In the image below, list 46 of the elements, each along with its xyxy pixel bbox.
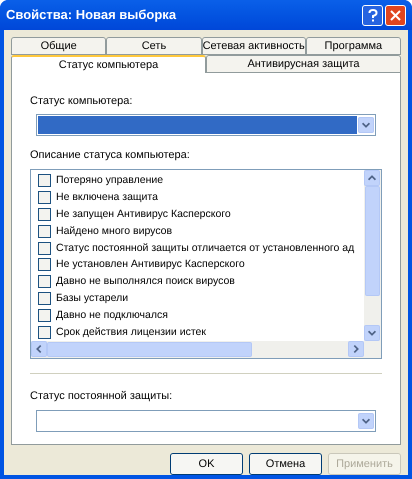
tab[interactable]: Сеть [106,37,202,55]
window-title: Свойства: Новая выборка [6,6,178,24]
question-mark-icon [368,8,378,22]
checkbox[interactable] [38,224,51,238]
checkbox[interactable] [38,208,51,221]
help-button[interactable] [362,4,383,26]
checkbox[interactable] [38,326,51,340]
checkbox-label: Давно не подключался [56,309,168,322]
checkbox-label: Не установлен Антивирус Касперского [56,258,245,272]
tab[interactable]: Сетевая активность [202,37,306,55]
dialog-button[interactable]: Отмена [249,453,322,475]
dropdown-field[interactable] [36,410,376,432]
checkbox[interactable] [38,190,51,204]
field-label: Описание статуса компьютера: [30,148,191,162]
field-label: Статус постоянной защиты: [30,389,174,404]
tab[interactable]: Программа [306,37,402,55]
checkbox-label: Потеряно управление [56,174,164,187]
close-button[interactable] [385,4,406,26]
checkbox-label: Не запущен Антивирус Касперского [56,208,231,221]
scroll-up-icon[interactable] [364,170,380,186]
checkbox-label: Давно не выполнялся поиск вирусов [56,275,235,288]
scroll-left-icon[interactable] [31,341,47,357]
scroll-right-icon[interactable] [348,341,364,357]
horizontal-scrollbar[interactable] [31,341,381,358]
checkbox[interactable] [38,174,51,187]
close-icon [390,10,401,20]
dropdown-field[interactable] [36,114,376,136]
dialog-button[interactable]: OK [170,453,243,475]
checkbox-label: Срок действия лицензии истек [56,326,206,340]
checkbox-label: Статус постоянной защиты отличается от установленного ад [56,242,354,255]
checkbox[interactable] [38,275,51,288]
vertical-scrollbar[interactable] [364,170,381,341]
checkbox[interactable] [38,309,51,322]
tab[interactable]: Антивирусная защита [206,55,401,73]
tab[interactable]: Общие [11,37,106,55]
checkbox[interactable] [38,258,51,272]
scroll-down-icon[interactable] [364,325,380,341]
checkbox[interactable] [38,242,51,255]
scroll-thumb[interactable] [47,342,252,357]
field-label: Статус компьютера: [30,94,134,109]
scroll-thumb[interactable] [365,186,380,296]
checkbox[interactable] [38,292,51,306]
checkbox-label: Базы устарели [56,292,128,306]
tab[interactable]: Статус компьютера [11,55,206,73]
checkbox-label: Не включена защита [56,190,158,204]
checkbox-label: Найдено много вирусов [56,224,172,238]
